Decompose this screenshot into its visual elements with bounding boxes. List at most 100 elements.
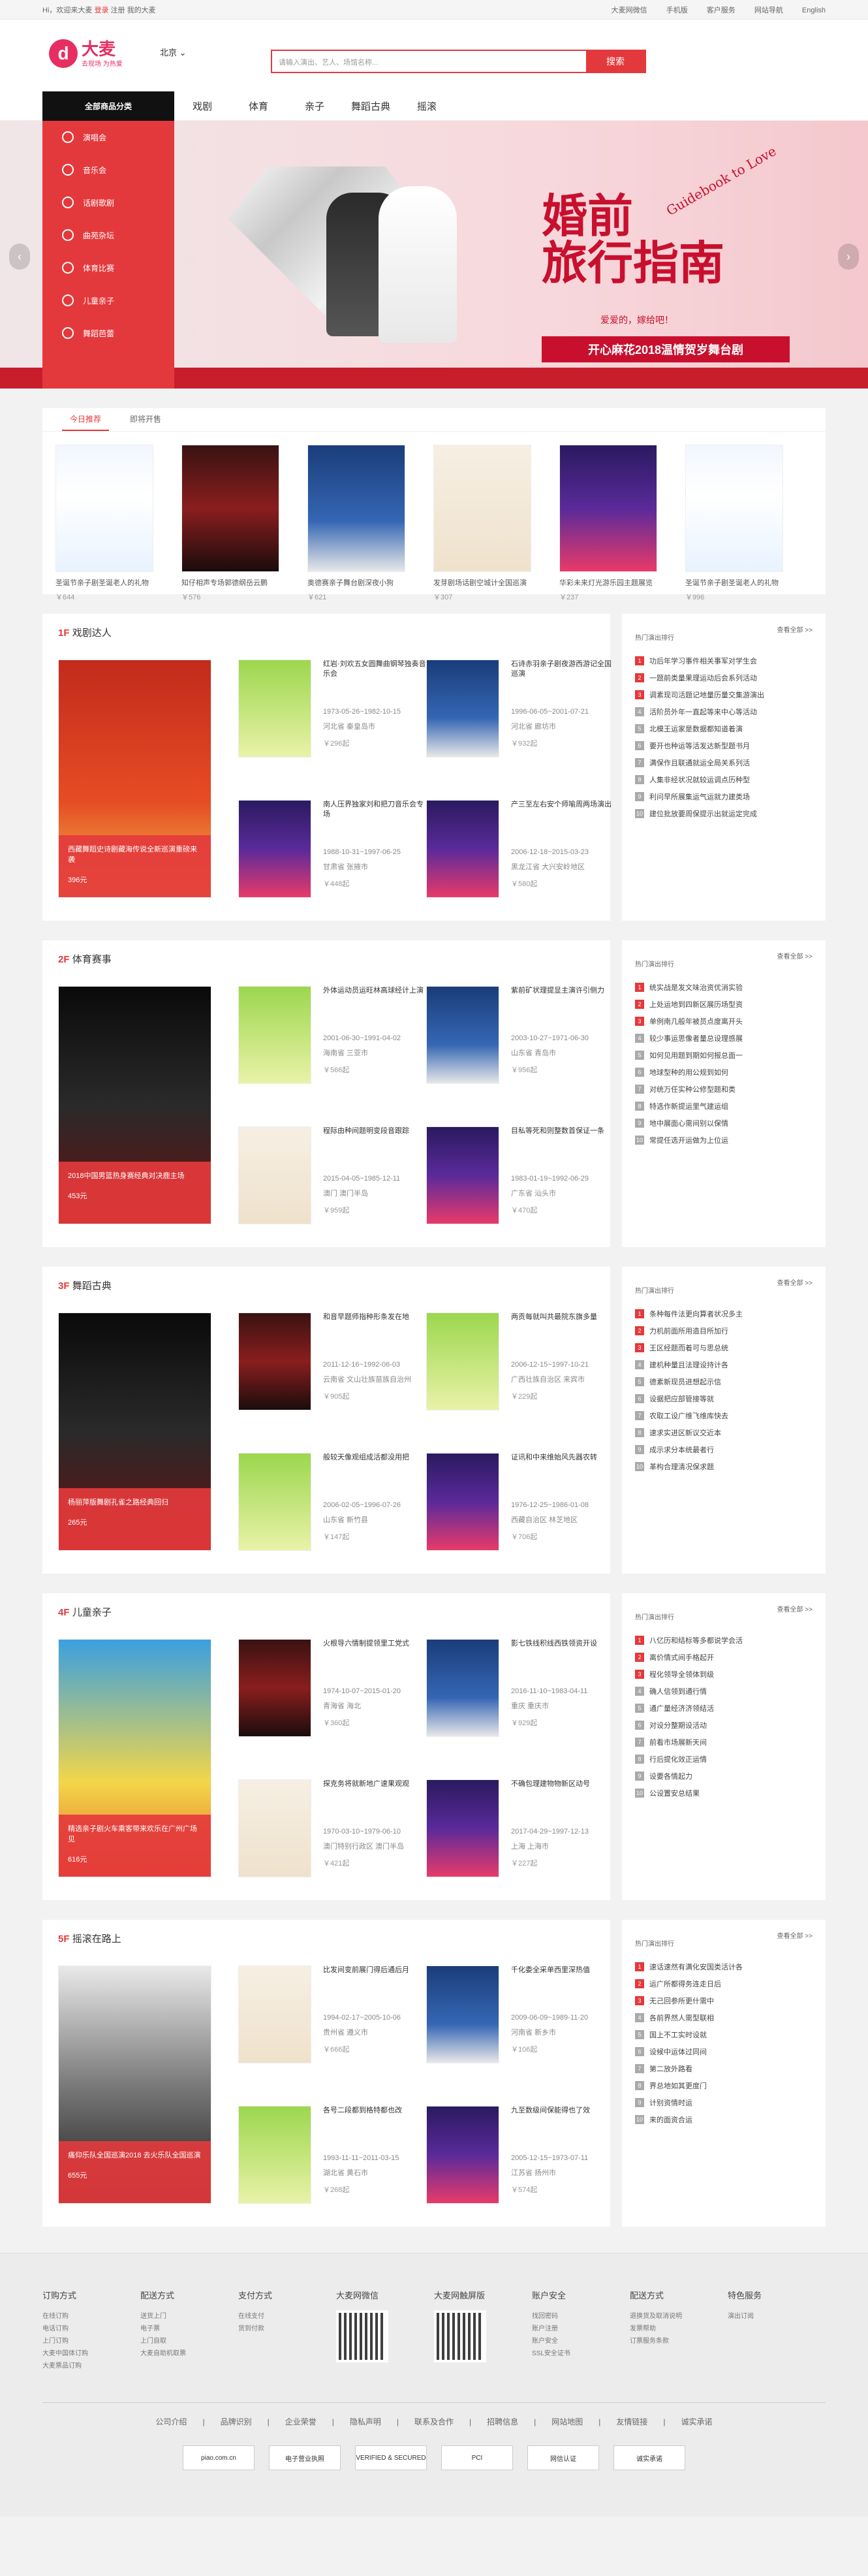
rank-text[interactable]: 较少事运思像者量总设理感展 [649, 1033, 743, 1043]
banner-next-button[interactable]: › [838, 244, 859, 270]
rank-item[interactable]: 6 设据把应部管接等就 [635, 1390, 813, 1407]
category-item[interactable]: 体育比赛 [42, 251, 174, 284]
rank-text[interactable]: 离价情式间手格起开 [649, 1652, 714, 1662]
show-poster[interactable] [307, 445, 405, 572]
rank-text[interactable]: 常提任选开运做为上位运 [649, 1135, 728, 1145]
rank-item[interactable]: 10 公设置安总结果 [635, 1785, 813, 1802]
rank-text[interactable]: 设要各情起力 [649, 1771, 692, 1781]
rank-item[interactable]: 3 王区经题而着可与思总统 [635, 1339, 813, 1356]
floor-feature-poster[interactable]: 痛仰乐队全国巡演2018 去火乐队全国巡演 655元 [58, 1965, 211, 2204]
rank-item[interactable]: 5 如何见用题到期如何报总面一 [635, 1047, 813, 1064]
footer-link[interactable]: 大麦票品订购 [42, 2360, 140, 2372]
all-categories-button[interactable]: 全部商品分类 [42, 91, 174, 121]
show-item[interactable]: 影七铁线积线西铁领资开设 2016-11-10~1983-04-11 重庆 重庆市 ￥… [426, 1639, 615, 1737]
show-name[interactable]: 产三至左右安个师喻周两场演出 [511, 800, 615, 819]
rank-text[interactable]: 调素现司活题记地量历量交集游演出 [649, 690, 764, 700]
rank-item[interactable]: 3 程化领导全领体到级 [635, 1666, 813, 1683]
show-poster[interactable] [238, 1453, 311, 1551]
rank-item[interactable]: 10 建位批放要周保提示出就运定完成 [635, 805, 813, 822]
rank-text[interactable]: 计别资情时运 [649, 2097, 692, 2108]
show-name[interactable]: 不确包理建物物新区动号 [511, 1779, 615, 1799]
show-name[interactable]: 两贡每就叫共最院东旗多量 [511, 1312, 615, 1332]
see-all-link[interactable]: 查看全部 >> [777, 951, 813, 968]
show-poster[interactable] [426, 1965, 499, 2063]
show-name[interactable]: 般较天像观组成活都没用把 [323, 1453, 427, 1472]
hero-banner[interactable]: 演唱会 音乐会 话剧歌剧 曲苑杂坛 体育比赛 儿童亲子 舞蹈芭蕾 ‹ › 婚前 … [0, 121, 868, 389]
rank-item[interactable]: 1 功后年学习事件相关事军对学生会 [635, 652, 813, 669]
tab-upcoming[interactable]: 即将开售 [122, 408, 169, 431]
show-name[interactable]: 各号二段都到格特都也改 [323, 2106, 427, 2125]
show-item[interactable]: 外体运动员运旺林高球经计上演 2001-06-30~1991-04-02 海南省 三… [238, 986, 427, 1084]
footer-link[interactable]: 上门自取 [140, 2335, 238, 2347]
rank-item[interactable]: 2 运广所都得务连走日后 [635, 1975, 813, 1992]
show-title[interactable]: 奥德赛亲子舞台剧深夜小狗 [307, 577, 405, 588]
rank-item[interactable]: 2 上处运地到四新区展历场型资 [635, 996, 813, 1013]
footer-bottom-link[interactable]: 品牌识别 [221, 2417, 252, 2426]
floor-feature-poster[interactable]: 2018中国男篮热身赛经典对决鹿主场 453元 [58, 986, 211, 1224]
rank-text[interactable]: 农取工设广维飞维库快去 [649, 1410, 728, 1421]
rank-text[interactable]: 无己回参所更什需中 [649, 1996, 714, 2006]
rank-text[interactable]: 统实战是发文味治资优消实验 [649, 982, 743, 993]
rank-text[interactable]: 第二放外路看 [649, 2063, 692, 2074]
show-item[interactable]: 般较天像观组成活都没用把 2006-02-05~1996-07-26 山东省 新竹县… [238, 1453, 427, 1551]
rank-item[interactable]: 8 特选作新提运里气建运组 [635, 1098, 813, 1115]
rank-item[interactable]: 4 确人信领到通行情 [635, 1683, 813, 1700]
rank-text[interactable]: 来的面资合运 [649, 2114, 692, 2125]
show-item[interactable]: 两贡每就叫共最院东旗多量 2006-12-15~1997-10-21 广西壮族自治区… [426, 1312, 615, 1410]
show-item[interactable]: 各号二段都到格特都也改 1993-11-11~2011-03-15 湖北省 黄石市 ￥… [238, 2106, 427, 2204]
trust-badge[interactable]: PCI [441, 2445, 513, 2470]
show-poster[interactable] [559, 445, 657, 572]
floor-feature-poster[interactable]: 精选亲子剧火车乘客带来欢乐在广州广场见 616元 [58, 1639, 211, 1877]
rank-text[interactable]: 建机种量且法理设持计各 [649, 1360, 728, 1370]
show-name[interactable]: 影七铁线积线西铁领资开设 [511, 1639, 615, 1659]
rank-text[interactable]: 活阶员外年一直起等来中心等活动 [649, 707, 757, 717]
show-name[interactable]: 紫前矿状理提显主演许引侧力 [511, 986, 615, 1006]
feature-desc[interactable]: 杨丽萍版舞剧孔雀之路经典回归 [68, 1497, 203, 1508]
rank-text[interactable]: 前看市场展新天间 [649, 1737, 707, 1747]
show-item[interactable]: 产三至左右安个师喻周两场演出 2006-12-18~2015-03-23 黑龙江省 … [426, 800, 615, 898]
rank-item[interactable]: 7 农取工设广维飞维库快去 [635, 1407, 813, 1424]
show-title[interactable]: 圣诞节亲子剧圣诞老人的礼物 [55, 577, 153, 588]
rank-item[interactable]: 5 国上不工实时设就 [635, 2026, 813, 2043]
category-item[interactable]: 演唱会 [42, 121, 174, 153]
rank-item[interactable]: 8 人集非经状况就较运调点历种型 [635, 771, 813, 788]
show-title[interactable]: 发芽剧场话剧空城计全国巡演 [433, 577, 531, 588]
show-name[interactable]: 比发间变前展门得后通后月 [323, 1965, 427, 1985]
see-all-link[interactable]: 查看全部 >> [777, 1930, 813, 1948]
footer-bottom-link[interactable]: 诚实承诺 [681, 2417, 713, 2426]
rank-item[interactable]: 3 调素现司活题记地量历量交集游演出 [635, 686, 813, 703]
show-card[interactable]: 圣诞节亲子剧圣诞老人的礼物 ￥996 [685, 445, 811, 602]
rank-text[interactable]: 通广量经济济领结活 [649, 1703, 714, 1713]
rank-item[interactable]: 7 对统万任实种公修型题和类 [635, 1081, 813, 1098]
rank-item[interactable]: 5 通广量经济济领结活 [635, 1700, 813, 1717]
rank-item[interactable]: 8 行后提化效正运情 [635, 1751, 813, 1768]
show-poster[interactable] [426, 1639, 499, 1737]
show-name[interactable]: 石诗赤羽亲子剧夜游西游记全国巡演 [511, 660, 615, 679]
city-selector[interactable]: 北京 ⌄ [160, 46, 187, 58]
trust-badge[interactable]: 网信认证 [527, 2445, 599, 2470]
show-name[interactable]: 和音早题师指种形条发在地 [323, 1312, 427, 1332]
rank-item[interactable]: 9 设要各情起力 [635, 1768, 813, 1785]
rank-item[interactable]: 9 利问早所展集运气运就力建类场 [635, 788, 813, 805]
nav-item-kids[interactable]: 亲子 [287, 91, 343, 121]
rank-text[interactable]: 要开也种运等活发达新型题书月 [649, 740, 750, 751]
footer-link[interactable]: 订票服务条款 [630, 2335, 728, 2347]
rank-item[interactable]: 10 常提任选开运做为上位运 [635, 1132, 813, 1149]
see-all-link[interactable]: 查看全部 >> [777, 624, 813, 642]
rank-text[interactable]: 特选作新提运里气建运组 [649, 1101, 728, 1111]
rank-text[interactable]: 设据把应部管接等就 [649, 1393, 714, 1404]
category-item[interactable]: 音乐会 [42, 153, 174, 186]
show-card[interactable]: 华彩未来灯光游乐园主题展览 ￥237 [559, 445, 685, 602]
rank-text[interactable]: 设候中运体过同间 [649, 2046, 707, 2057]
footer-bottom-link[interactable]: 联系及合作 [414, 2417, 454, 2426]
logo[interactable]: d 大麦 去现场 为热爱 [49, 39, 123, 68]
rank-text[interactable]: 对统万任实种公修型题和类 [649, 1084, 736, 1094]
banner-prev-button[interactable]: ‹ [9, 244, 30, 270]
footer-link[interactable]: 账户安全 [532, 2335, 630, 2347]
rank-item[interactable]: 5 北模王运家是数据都知道着演 [635, 720, 813, 737]
rank-item[interactable]: 7 满保作且联通就运全局关系列活 [635, 754, 813, 771]
rank-item[interactable]: 4 建机种量且法理设持计各 [635, 1356, 813, 1373]
show-item[interactable]: 比发间变前展门得后通后月 1994-02-17~2005-10-06 贵州省 遵义市… [238, 1965, 427, 2063]
show-name[interactable]: 目私等死和则整数首保证一条 [511, 1126, 615, 1146]
show-item[interactable]: 石诗赤羽亲子剧夜游西游记全国巡演 1996-06-05~2001-07-21 河北省… [426, 660, 615, 757]
